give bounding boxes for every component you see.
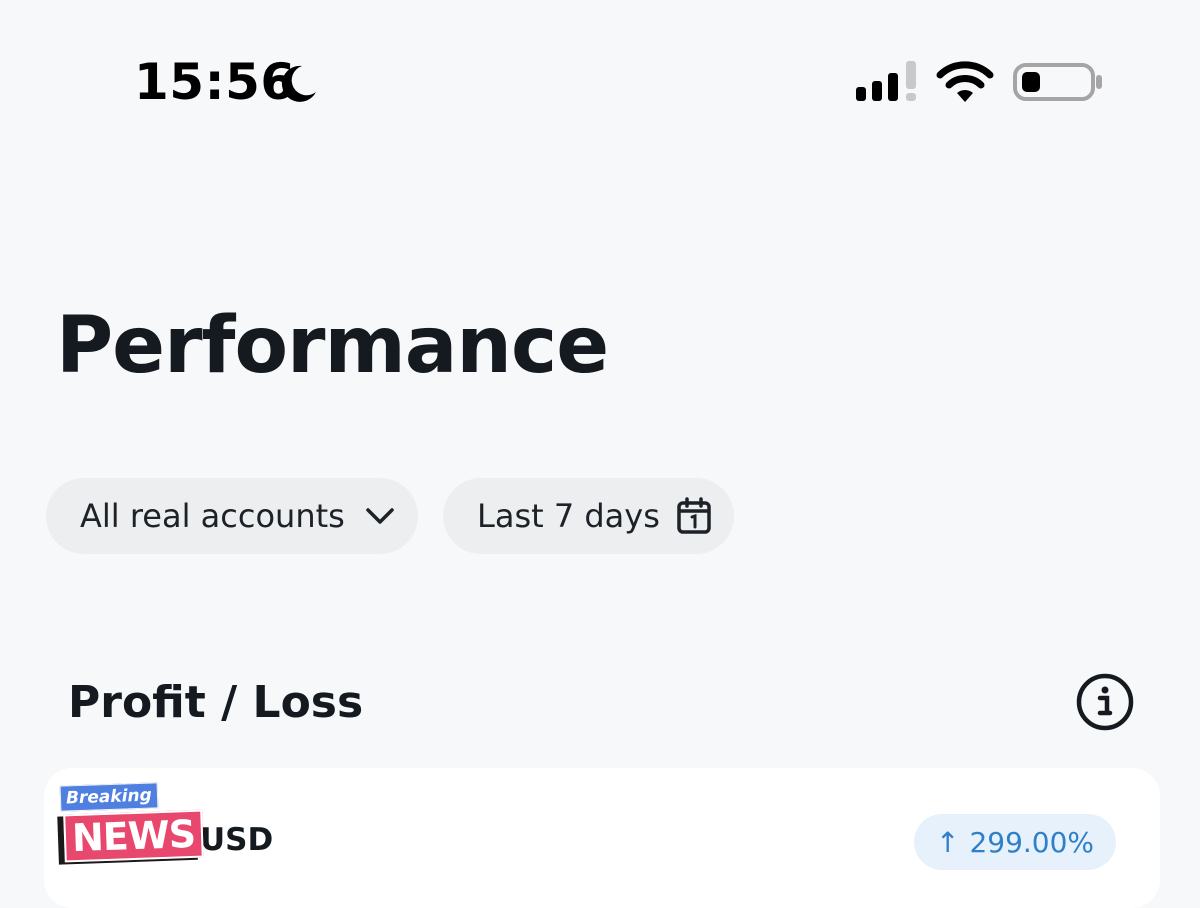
date-range-filter-button[interactable]: Last 7 days: [443, 478, 734, 554]
accounts-filter-dropdown[interactable]: All real accounts: [46, 478, 418, 554]
info-icon[interactable]: [1076, 673, 1134, 731]
change-value: 299.00%: [969, 825, 1095, 859]
battery-low-icon: [1013, 63, 1102, 101]
breaking-news-sticker: Breaking NEWS: [50, 782, 204, 863]
calendar-icon: [676, 497, 712, 535]
status-time: 15:56: [134, 53, 296, 111]
wifi-icon: [936, 61, 994, 102]
sticker-top-text: Breaking: [59, 782, 159, 812]
date-range-label: Last 7 days: [477, 497, 660, 535]
change-badge: ↑ 299.00%: [914, 814, 1116, 870]
profit-loss-title: Profit / Loss: [68, 677, 364, 728]
moon-icon: [281, 65, 316, 102]
sticker-main-text: NEWS: [63, 809, 204, 863]
currency-label: USD: [200, 822, 274, 858]
page-title: Performance: [56, 301, 609, 391]
accounts-filter-label: All real accounts: [80, 497, 345, 535]
status-bar: 15:56: [0, 0, 1200, 160]
arrow-up-icon: ↑: [935, 825, 960, 859]
cellular-signal-icon: [856, 61, 916, 101]
chevron-down-icon: [365, 506, 395, 526]
